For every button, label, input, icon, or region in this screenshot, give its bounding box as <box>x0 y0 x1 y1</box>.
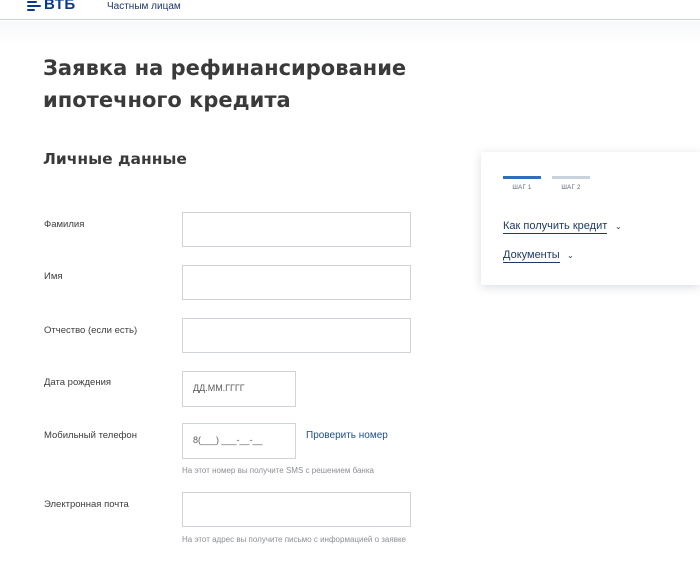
step-2-label: ШАГ 2 <box>561 185 581 191</box>
documents-link[interactable]: Документы <box>503 249 560 263</box>
email-input[interactable] <box>182 492 411 527</box>
step-2-tab[interactable]: ШАГ 2 <box>552 176 590 198</box>
verify-number-link[interactable]: Проверить номер <box>306 430 388 441</box>
logo-text: ВТБ <box>44 0 76 13</box>
birthdate-input[interactable]: ДД.ММ.ГГГГ <box>182 371 296 407</box>
surname-input[interactable] <box>182 212 411 247</box>
birthdate-label: Дата рождения <box>44 377 112 388</box>
header-band <box>0 21 700 45</box>
name-label: Имя <box>44 271 63 282</box>
step-1-label: ШАГ 1 <box>512 185 532 191</box>
phone-hint: На этот номер вы получите SMS с решением… <box>182 466 374 475</box>
email-label: Электронная почта <box>44 499 129 510</box>
logo-lines-icon <box>27 0 41 12</box>
chevron-down-icon[interactable]: ⌄ <box>615 222 622 231</box>
name-input[interactable] <box>182 265 411 300</box>
patronymic-input[interactable] <box>182 318 411 353</box>
top-header: ВТБ Частным лицам <box>0 0 700 20</box>
birthdate-placeholder: ДД.ММ.ГГГГ <box>193 383 245 393</box>
email-hint: На этот адрес вы получите письмо с инфор… <box>182 535 406 544</box>
step-1-tab[interactable]: ШАГ 1 <box>503 176 541 198</box>
step-2-indicator <box>552 176 590 179</box>
vtb-logo[interactable]: ВТБ <box>27 0 76 13</box>
how-to-get-credit-link[interactable]: Как получить кредит <box>503 220 608 234</box>
patronymic-label: Отчество (если есть) <box>44 325 138 336</box>
section-title: Личные данные <box>43 150 187 168</box>
nav-private-clients[interactable]: Частным лицам <box>107 1 181 12</box>
page-title: Заявка на рефинансирование ипотечного кр… <box>43 56 407 112</box>
surname-label: Фамилия <box>44 219 85 230</box>
phone-input[interactable]: 8(___) ___-__-__ <box>182 423 296 459</box>
phone-label: Мобильный телефон <box>44 430 137 441</box>
step-1-indicator <box>503 176 541 179</box>
phone-placeholder: 8(___) ___-__-__ <box>193 435 263 445</box>
chevron-down-icon[interactable]: ⌄ <box>567 251 574 260</box>
steps-card: ШАГ 1 ШАГ 2 Как получить кредит ⌄ Докуме… <box>481 152 700 285</box>
